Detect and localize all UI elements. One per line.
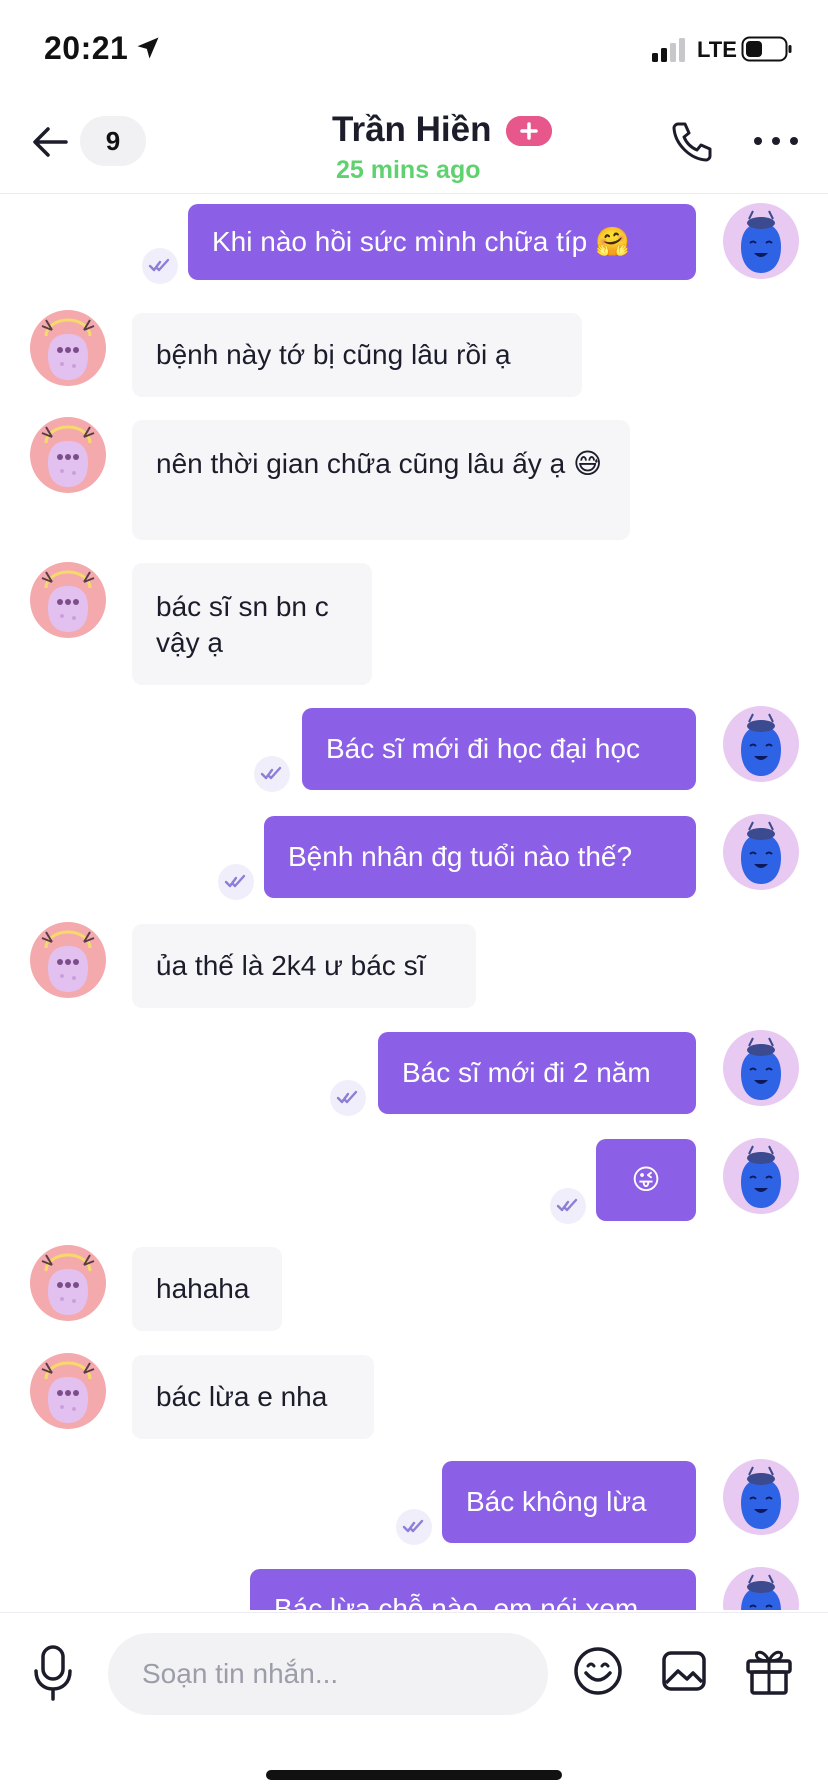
signal-strength-icon — [652, 38, 685, 62]
message-bubble[interactable]: Bác lừa chỗ nào, em nói xem — [250, 1569, 696, 1610]
more-options-icon[interactable] — [752, 134, 800, 148]
message-list[interactable]: Khi nào hồi sức mình chữa típ 🤗 bệnh này… — [0, 195, 828, 1610]
location-arrow-icon — [137, 37, 159, 59]
plus-icon — [506, 116, 552, 146]
battery-icon — [741, 36, 792, 62]
unread-count-badge[interactable]: 9 — [80, 116, 146, 166]
phone-call-icon[interactable] — [668, 118, 716, 166]
back-arrow-icon[interactable] — [28, 120, 72, 164]
contact-name[interactable]: Trần Hiền — [332, 110, 491, 150]
gift-icon[interactable] — [744, 1645, 794, 1697]
status-time: 20:21 — [44, 30, 129, 66]
image-icon[interactable] — [660, 1647, 708, 1695]
message-outgoing: Bác lừa chỗ nào, em nói xem — [0, 195, 828, 1610]
my-avatar — [723, 1567, 799, 1610]
chat-header: 9 Trần Hiền 25 mins ago — [0, 96, 828, 194]
message-input[interactable] — [108, 1633, 548, 1715]
microphone-icon[interactable] — [30, 1643, 76, 1703]
status-bar: 20:21 LTE — [0, 0, 828, 96]
home-indicator — [266, 1770, 562, 1780]
message-composer — [0, 1612, 828, 1792]
network-type: LTE — [697, 37, 737, 62]
last-seen-status: 25 mins ago — [336, 156, 481, 184]
emoji-icon[interactable] — [572, 1645, 624, 1697]
